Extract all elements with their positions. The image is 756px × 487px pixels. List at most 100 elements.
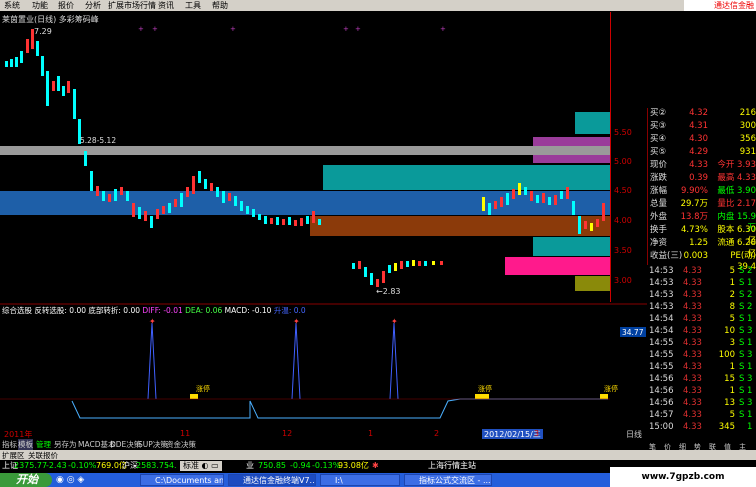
tab-template[interactable]: 模板: [18, 439, 33, 450]
chip-bar-olive: [575, 276, 610, 291]
server-name[interactable]: 上海行情主站: [428, 460, 476, 472]
candle: [46, 71, 49, 106]
quote-value-right: 最高 4.33: [717, 173, 756, 183]
date-tick: 11: [180, 429, 191, 438]
task-drive[interactable]: I:\: [320, 474, 400, 486]
tick-time: 14:54: [649, 314, 674, 324]
quote-label: 现价: [650, 160, 668, 170]
side-tab[interactable]: 笔: [649, 442, 656, 452]
tick-side: S: [739, 266, 745, 276]
menu-item-analysis[interactable]: 分析: [85, 0, 101, 11]
candle: [36, 41, 39, 56]
side-tab[interactable]: 联: [709, 442, 716, 452]
tick-row: 14:55 4.33 100 S 3: [647, 350, 756, 361]
tick-row: 14:55 4.33 1 S 1: [647, 362, 756, 373]
indicator-label-part: 升温: 0.0: [273, 306, 306, 315]
candle: [512, 189, 515, 199]
tick-row: 14:57 4.33 5 S 1: [647, 410, 756, 421]
kline-chart[interactable]: + + + + + + 7.29 5.28-5.12 ←2.83 ✦ ✦ ✦ 涨…: [0, 11, 647, 429]
tick-row: 14:53 4.33 8 S 2: [647, 302, 756, 313]
menu-item-news[interactable]: 资讯: [158, 0, 174, 11]
chip-bar-teal-top: [575, 112, 610, 134]
tick-list[interactable]: 14:53 4.33 5 S 2 14:53 4.33 1 S 1 14:53 4.33 2 S 2 14:5…: [647, 266, 756, 444]
tick-side: S: [739, 338, 745, 348]
tick-volume: 5: [729, 266, 735, 276]
tick-volume: 5: [729, 410, 735, 420]
candle: [246, 206, 249, 214]
tick-count: 1: [747, 278, 753, 288]
candle: [300, 218, 303, 226]
start-button[interactable]: 开始: [0, 473, 52, 487]
tick-side: S: [739, 350, 745, 360]
task-documents-label: C:\Documents and...: [155, 476, 224, 485]
menu-item-ext-market[interactable]: 扩展市场行情: [108, 0, 156, 11]
date-tick: 1: [368, 429, 374, 438]
tick-time: 14:53: [649, 266, 674, 276]
candle: [376, 279, 379, 287]
mode-button[interactable]: 标准 ◐ ▭: [180, 461, 222, 471]
candle: [204, 179, 207, 189]
range-label: 5.28-5.12: [80, 136, 116, 145]
tick-side: S: [739, 398, 745, 408]
menu-item-function[interactable]: 功能: [32, 0, 48, 11]
candle: [156, 209, 159, 219]
tick-row: 14:53 4.33 1 S 1: [647, 278, 756, 289]
indicator-lines: ✦ ✦ ✦: [0, 317, 610, 419]
tab-sup[interactable]: SUP决策: [138, 439, 168, 450]
tick-volume: 15: [724, 374, 735, 384]
chip-bar-teal-mid: [323, 165, 610, 190]
tick-side: S: [739, 362, 745, 372]
svg-text:+: +: [138, 25, 144, 33]
quote-value-right: 量比 2.17: [717, 199, 756, 209]
menu-item-tools[interactable]: 工具: [185, 0, 201, 11]
tick-row: 14:55 4.33 3 S 1: [647, 338, 756, 349]
candle: [488, 203, 491, 215]
menu-item-system[interactable]: 系统: [4, 0, 20, 11]
candle: [52, 81, 55, 91]
tick-volume: 10: [724, 326, 735, 336]
quote-value-right: 216: [739, 108, 756, 118]
tab-save-as[interactable]: 另存为: [54, 439, 77, 450]
tick-count: 1: [747, 386, 753, 396]
sz-change: -4.: [166, 461, 177, 470]
side-tab[interactable]: 主: [739, 442, 746, 452]
tick-volume: 13: [724, 398, 735, 408]
tab-fund[interactable]: 资金决策: [166, 439, 196, 450]
tick-count: 1: [747, 422, 753, 432]
quote-row: 总量 29.7万 量比 2.17: [648, 199, 756, 210]
quote-value: 1.25: [689, 238, 708, 248]
task-documents[interactable]: C:\Documents and...: [140, 474, 224, 486]
candle: [67, 81, 70, 93]
side-tab[interactable]: 值: [724, 442, 731, 452]
quote-row: 收益(三) 0.003 PE(动) 39.4: [648, 251, 756, 272]
indicator-label: 综合选股 反转选股: 0.00 底部转折: 0.00 DIFF: -0.01 D…: [2, 305, 306, 316]
menu-item-help[interactable]: 帮助: [212, 0, 228, 11]
candle: [412, 260, 415, 266]
candle: [222, 191, 225, 203]
task-tdx[interactable]: 通达信金融终端V7...: [228, 474, 316, 486]
alert-icon[interactable]: ✱: [372, 460, 379, 472]
quote-label: 涨幅: [650, 186, 668, 196]
signal-markers: + + + + + +: [138, 25, 446, 33]
tick-price: 4.33: [683, 266, 702, 276]
task-forum-label: 指标公式交流区 - ...: [419, 476, 491, 485]
quicklaunch-icons[interactable]: ◉ ◎ ◈: [56, 475, 84, 485]
task-forum[interactable]: 指标公式交流区 - ...: [404, 474, 492, 486]
candle: [168, 203, 171, 213]
side-tab[interactable]: 价: [664, 442, 671, 452]
tab-indicator[interactable]: 指标: [2, 439, 17, 450]
zxb-amount: 93.08亿: [338, 461, 369, 470]
brand-label: 通达信金融: [684, 0, 756, 11]
tick-price: 4.33: [683, 302, 702, 312]
tab-dde[interactable]: DDE决策: [110, 439, 141, 450]
sh-percent: -0.10%: [68, 461, 97, 470]
tick-time: 14:55: [649, 338, 674, 348]
chip-bar-teal-low: [533, 237, 610, 256]
side-tab[interactable]: 势: [694, 442, 701, 452]
tab-manage[interactable]: 管理: [36, 439, 51, 450]
side-tab[interactable]: 细: [679, 442, 686, 452]
indicator-signal: [389, 322, 399, 400]
candles: [5, 29, 605, 287]
tick-volume: 3: [729, 338, 735, 348]
menu-item-quote[interactable]: 报价: [58, 0, 74, 11]
